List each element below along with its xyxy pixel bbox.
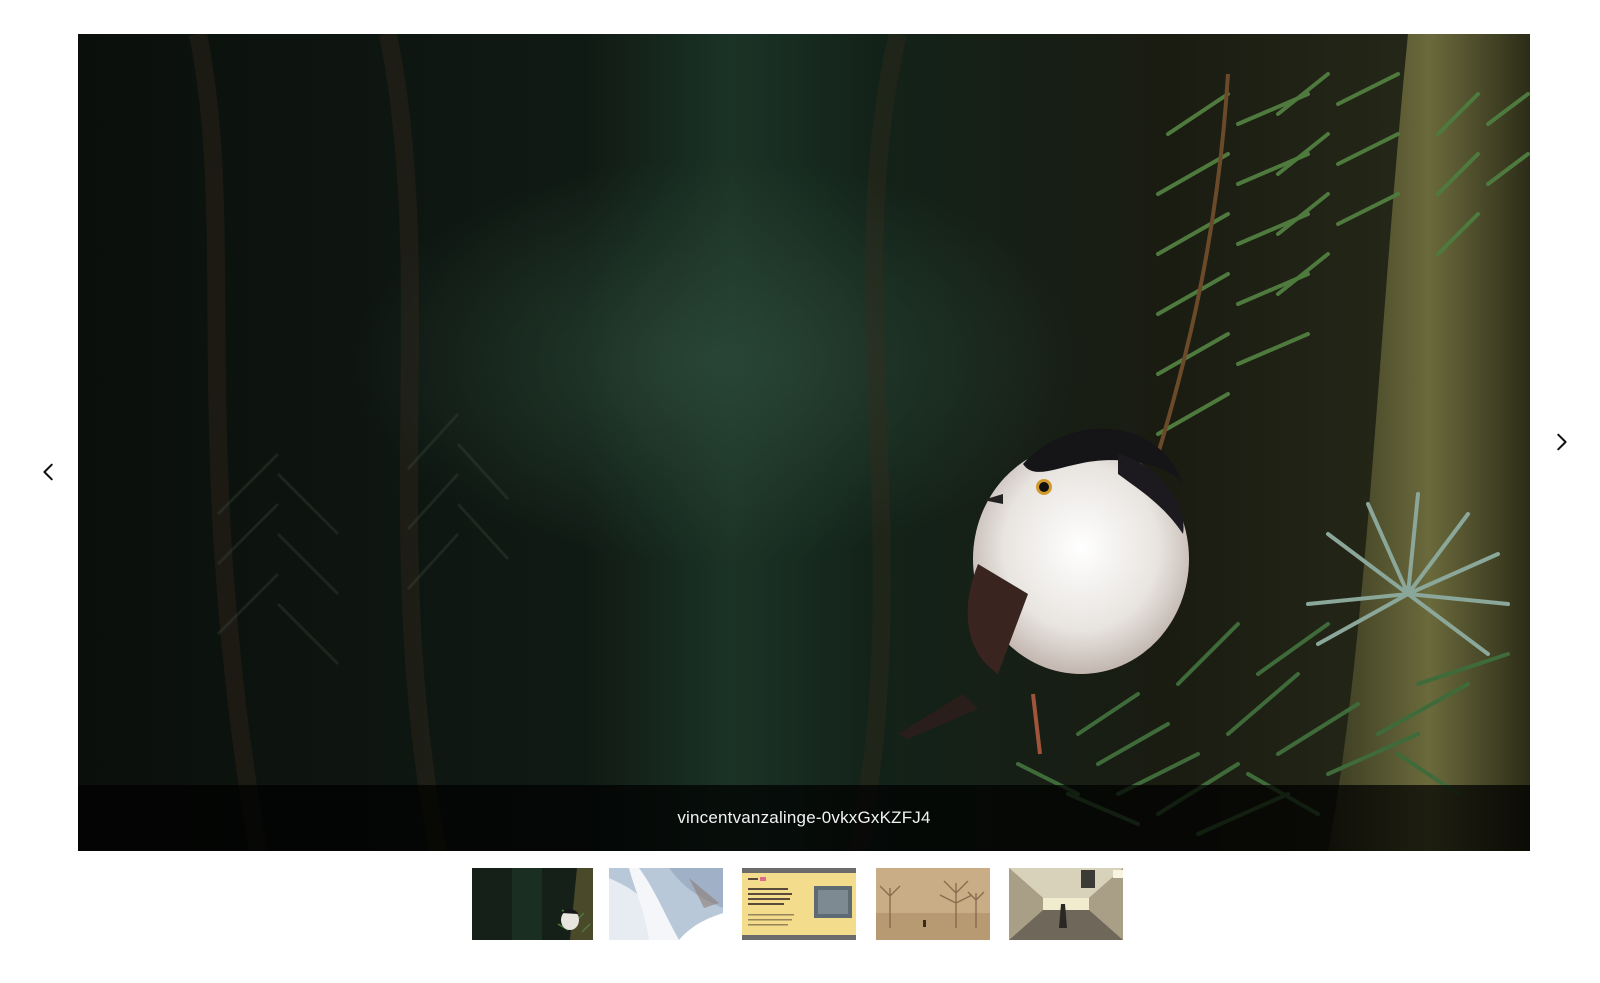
image-gallery: vincentvanzalinge-0vkxGxKZFJ4 [0,0,1600,983]
previous-image-button[interactable] [29,452,69,492]
thumbnail-tunnel[interactable] [1009,868,1123,940]
thumbnail-strip [0,868,1600,942]
main-image-viewer[interactable]: vincentvanzalinge-0vkxGxKZFJ4 [78,34,1530,851]
chevron-left-icon [43,463,53,481]
thumbnail-foggy-trees-image [876,868,990,940]
thumbnail-waterfall[interactable] [609,868,723,940]
thumbnail-tunnel-image [1009,868,1123,940]
next-image-button[interactable] [1541,422,1581,462]
thumbnail-slide-image [742,868,856,940]
thumbnail-bird-image [472,868,593,940]
thumbnail-waterfall-image [609,868,723,940]
chevron-right-icon [1557,433,1567,451]
bird-photo [78,34,1530,851]
thumbnail-foggy-trees[interactable] [876,868,990,940]
image-caption: vincentvanzalinge-0vkxGxKZFJ4 [677,808,931,827]
caption-bar: vincentvanzalinge-0vkxGxKZFJ4 [78,785,1530,851]
thumbnail-slide[interactable] [742,868,856,940]
thumbnail-bird[interactable] [472,868,593,940]
